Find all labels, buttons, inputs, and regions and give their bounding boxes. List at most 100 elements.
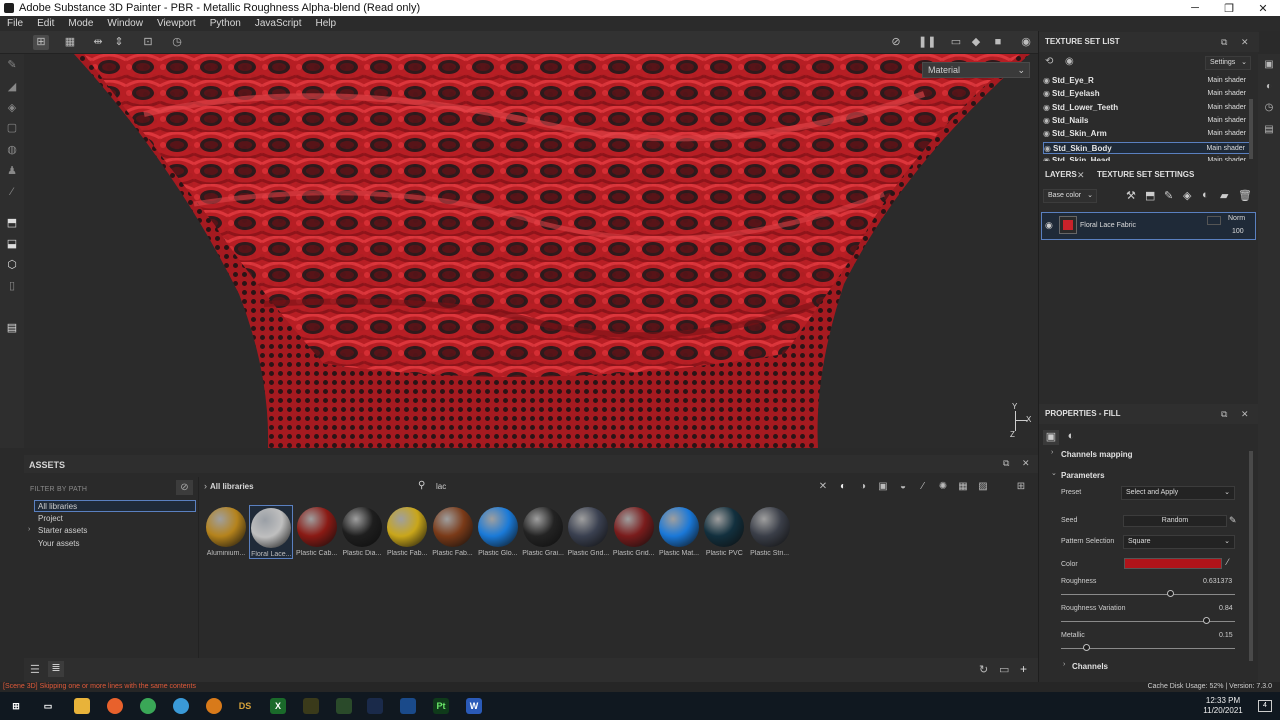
expand-arrow-icon[interactable]: › — [28, 526, 30, 533]
excel-icon[interactable]: X — [270, 698, 286, 714]
shader-dropdown[interactable]: Main shader — [1207, 102, 1246, 114]
color-swatch[interactable] — [1124, 558, 1222, 569]
history-icon[interactable]: ◷ — [169, 35, 185, 50]
app-icon[interactable] — [303, 698, 319, 714]
collapse-arrow-icon[interactable]: ⌄ — [1051, 469, 1057, 477]
daz-studio-icon[interactable]: DS — [237, 698, 253, 714]
roughness-variation-slider-knob[interactable] — [1203, 617, 1211, 624]
shader-dropdown[interactable]: Main shader — [1207, 75, 1246, 87]
align-icon[interactable]: ⇕ — [111, 35, 127, 50]
texture-set-row[interactable]: ◉ Std_Eye_R Main shader — [1043, 75, 1250, 87]
layer-opacity[interactable]: 100 — [1232, 228, 1244, 235]
texture-set-row[interactable]: ◉ Std_Lower_Teeth Main shader — [1043, 102, 1250, 114]
shader-dropdown[interactable]: Main shader — [1207, 88, 1246, 100]
symmetry-icon[interactable]: ⇹ — [90, 35, 106, 50]
scrollbar[interactable] — [1249, 451, 1253, 661]
add-paint-layer-icon[interactable]: ✎ — [1164, 189, 1173, 202]
add-layer-icon[interactable]: ◐ — [1202, 189, 1209, 201]
firefox-icon[interactable] — [107, 698, 123, 714]
geometry-mask-icon[interactable]: ▢ — [5, 121, 19, 135]
notification-icon[interactable]: 4 — [1258, 700, 1272, 712]
detail-view-icon[interactable]: ≣ — [48, 661, 64, 677]
chrome-icon[interactable] — [140, 698, 156, 714]
scrollbar[interactable] — [1249, 99, 1253, 159]
fill-properties-icon[interactable]: ▣ — [1043, 430, 1059, 445]
metallic-slider-knob[interactable] — [1083, 644, 1091, 651]
shader-dropdown[interactable]: Main shader — [1206, 143, 1245, 155]
eyedropper-icon[interactable]: ⁄ — [1227, 557, 1229, 567]
add-asset-icon[interactable]: + — [1020, 662, 1027, 676]
roughness-slider-track[interactable] — [1061, 594, 1235, 595]
maximize-button[interactable]: ❐ — [1212, 2, 1246, 15]
float-panel-icon[interactable]: ⧉ — [1221, 404, 1227, 424]
pause-icon[interactable]: ❚❚ — [918, 35, 936, 50]
tab-texture-set-settings[interactable]: TEXTURE SET SETTINGS — [1097, 165, 1194, 185]
picker-icon[interactable]: ⁄ — [5, 185, 19, 199]
material-icon[interactable]: ◐ — [1063, 430, 1079, 445]
asset-item[interactable]: Plastic Glo... — [476, 505, 520, 559]
filter-brushes-icon[interactable]: ⁄ — [916, 480, 930, 494]
library-starter-assets[interactable]: Starter assets — [35, 525, 197, 537]
grid-view-icon[interactable]: ⊞ — [33, 35, 49, 50]
material-mode-dropdown[interactable]: Material ⌄ — [922, 62, 1030, 78]
expand-arrow-icon[interactable]: › — [1063, 661, 1065, 668]
channels-section[interactable]: Channels — [1072, 662, 1108, 671]
settings-dropdown[interactable]: Settings ⌄ — [1205, 56, 1251, 70]
filter-smart-materials-icon[interactable]: ◑ — [856, 480, 870, 494]
menu-python[interactable]: Python — [203, 18, 248, 29]
menu-javascript[interactable]: JavaScript — [248, 18, 309, 29]
library-your-assets[interactable]: Your assets — [35, 538, 197, 550]
menu-window[interactable]: Window — [100, 18, 150, 29]
view-mode-icon[interactable]: ⊞ — [1014, 480, 1028, 494]
shader-dropdown[interactable]: Main shader — [1207, 115, 1246, 127]
preset-dropdown[interactable]: Select and Apply ⌄ — [1121, 486, 1235, 500]
substance-painter-icon[interactable]: Pt — [433, 698, 449, 714]
asset-item[interactable]: Plastic Fab... — [385, 505, 429, 559]
filter-environment-icon[interactable]: ▨ — [976, 480, 990, 494]
filter-materials-icon[interactable]: ◐ — [836, 480, 850, 494]
video-icon[interactable]: ■ — [990, 35, 1006, 50]
eraser-icon[interactable]: ◢ — [5, 80, 19, 94]
close-panel-icon[interactable]: ✕ — [1241, 404, 1249, 424]
filter-particles-icon[interactable]: ✺ — [936, 480, 950, 494]
hide-icon[interactable]: ⊘ — [888, 35, 904, 50]
visibility-icon[interactable]: ◉ — [1043, 88, 1052, 100]
start-icon[interactable]: ⊞ — [8, 698, 24, 714]
history-icon[interactable]: ◷ — [1262, 101, 1276, 115]
filter-textures-icon[interactable]: ▣ — [876, 480, 890, 494]
refresh-icon[interactable]: ↻ — [979, 663, 988, 676]
asset-item[interactable]: Aluminium... — [204, 505, 248, 559]
float-panel-icon[interactable]: ⧉ — [1221, 32, 1227, 52]
float-panel-icon[interactable]: ⧉ — [1003, 458, 1009, 469]
import-icon[interactable]: ▭ — [999, 663, 1009, 676]
projection-icon[interactable]: ◈ — [5, 101, 19, 115]
asset-item[interactable]: Plastic Grid... — [612, 505, 656, 559]
visibility-icon[interactable]: ◉ — [1043, 102, 1052, 114]
search-input[interactable]: lac — [436, 482, 446, 491]
asset-item[interactable]: Plastic Grid... — [566, 505, 610, 559]
app-icon-3[interactable] — [367, 698, 383, 714]
cube-icon[interactable]: ◆ — [968, 35, 984, 50]
texture-set-row[interactable]: ◉ Std_Eyelash Main shader — [1043, 88, 1250, 100]
measure-icon[interactable]: ▯ — [5, 279, 19, 293]
material-picker-icon[interactable]: ⬡ — [5, 258, 19, 272]
layer-name[interactable]: Floral Lace Fabric — [1080, 222, 1136, 229]
filter-visibility-icon[interactable]: ⊘ — [176, 480, 193, 495]
word-icon[interactable]: W — [466, 698, 482, 714]
filter-grid-icon[interactable]: ▦ — [956, 480, 970, 494]
visibility-icon[interactable]: ◉ — [1043, 115, 1052, 127]
asset-item[interactable]: Plastic Stri... — [748, 505, 792, 559]
channel-dropdown[interactable]: Base color ⌄ — [1043, 189, 1097, 203]
shader-settings-icon[interactable]: ◐ — [1262, 80, 1276, 94]
expand-arrow-icon[interactable]: › — [1051, 449, 1053, 456]
add-fill-layer-icon[interactable]: ◈ — [1183, 189, 1191, 202]
frame-icon[interactable]: ⊡ — [140, 35, 156, 50]
camera-view-icon[interactable]: ▭ — [948, 35, 964, 50]
library-project[interactable]: Project — [35, 513, 197, 525]
browser-icon[interactable] — [173, 698, 189, 714]
texture-set-row[interactable]: ◉ Std_Skin_Body Main shader — [1043, 141, 1250, 155]
layer-row[interactable]: ◉ Floral Lace Fabric Norm 100 — [1041, 212, 1256, 240]
edit-icon[interactable]: ✎ — [1229, 515, 1237, 526]
display-settings-icon[interactable]: ▣ — [1262, 58, 1276, 72]
clear-search-icon[interactable]: ✕ — [816, 480, 830, 494]
